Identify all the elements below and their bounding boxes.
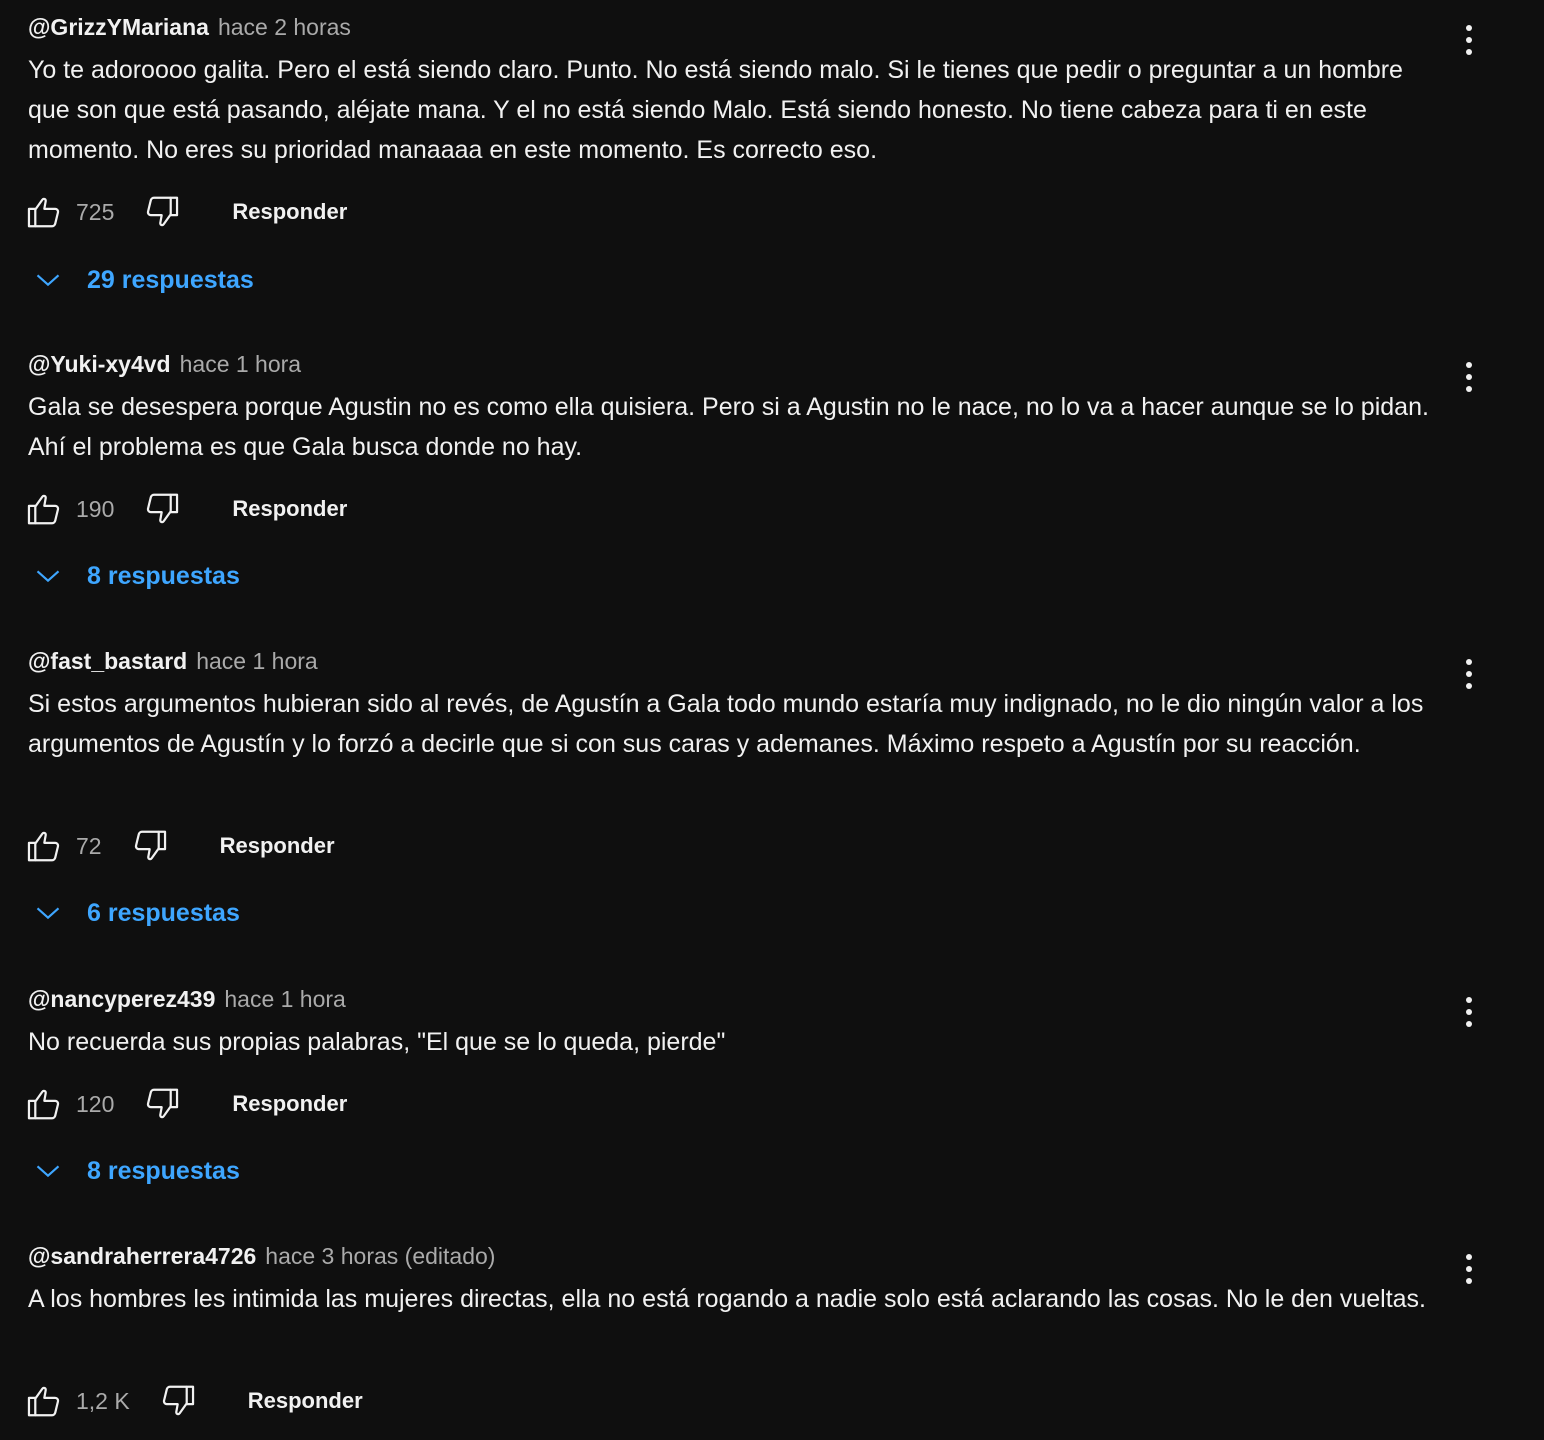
- thumbs-down-icon[interactable]: [142, 489, 182, 529]
- comment-header: @sandraherrera4726 hace 3 horas (editado…: [28, 1241, 495, 1271]
- chevron-down-icon: [36, 907, 60, 920]
- view-replies-button[interactable]: 6 respuestas: [34, 893, 240, 933]
- thumbs-up-icon[interactable]: [24, 489, 64, 529]
- comment-author[interactable]: @sandraherrera4726: [28, 1243, 256, 1270]
- more-vert-icon[interactable]: [1452, 652, 1486, 696]
- comment-timestamp[interactable]: hace 3 horas (editado): [265, 1243, 495, 1270]
- thumbs-down-icon[interactable]: [142, 192, 182, 232]
- more-vert-icon[interactable]: [1452, 1247, 1486, 1291]
- chevron-down-icon: [36, 274, 60, 287]
- view-replies-button[interactable]: 8 respuestas: [34, 1151, 240, 1191]
- comment-actions: 190 Responder: [24, 489, 347, 529]
- thumbs-up-icon[interactable]: [24, 192, 64, 232]
- comment-header: @fast_bastard hace 1 hora: [28, 646, 318, 676]
- like-count: 120: [76, 1090, 115, 1117]
- chevron-down-icon: [36, 570, 60, 583]
- view-replies-button[interactable]: 8 respuestas: [34, 556, 240, 596]
- comment-timestamp[interactable]: hace 1 hora: [180, 351, 301, 378]
- comment-actions: 120 Responder: [24, 1084, 347, 1124]
- reply-button[interactable]: Responder: [220, 833, 335, 859]
- thumbs-up-icon[interactable]: [24, 826, 64, 866]
- comment-actions: 1,2 K Responder: [24, 1381, 363, 1421]
- replies-count-label: 8 respuestas: [87, 561, 240, 590]
- like-count: 72: [76, 832, 102, 859]
- thumbs-down-icon[interactable]: [142, 1084, 182, 1124]
- comment-text: Gala se desespera porque Agustin no es c…: [28, 393, 1429, 461]
- comment-author[interactable]: @nancyperez439: [28, 986, 215, 1013]
- replies-count-label: 8 respuestas: [87, 1156, 240, 1185]
- reply-button[interactable]: Responder: [232, 199, 347, 225]
- comment-author[interactable]: @Yuki-xy4vd: [28, 351, 171, 378]
- reply-button[interactable]: Responder: [248, 1388, 363, 1414]
- like-count: 725: [76, 198, 115, 225]
- like-count: 1,2 K: [76, 1387, 130, 1414]
- comment-text: Si estos argumentos hubieran sido al rev…: [28, 690, 1424, 758]
- more-vert-icon[interactable]: [1452, 990, 1486, 1034]
- replies-count-label: 6 respuestas: [87, 898, 240, 927]
- thumbs-up-icon[interactable]: [24, 1084, 64, 1124]
- comment-author[interactable]: @fast_bastard: [28, 648, 187, 675]
- thumbs-down-icon[interactable]: [130, 826, 170, 866]
- replies-count-label: 29 respuestas: [87, 265, 254, 294]
- comment-actions: 725 Responder: [24, 192, 347, 232]
- comment-header: @nancyperez439 hace 1 hora: [28, 984, 346, 1014]
- reply-button[interactable]: Responder: [232, 496, 347, 522]
- thumbs-up-icon[interactable]: [24, 1381, 64, 1421]
- comment-text: No recuerda sus propias palabras, "El qu…: [28, 1028, 726, 1056]
- comment-timestamp[interactable]: hace 1 hora: [196, 648, 317, 675]
- more-vert-icon[interactable]: [1452, 18, 1486, 62]
- comment-timestamp[interactable]: hace 1 hora: [224, 986, 345, 1013]
- view-replies-button[interactable]: 29 respuestas: [34, 260, 254, 300]
- comment-header: @Yuki-xy4vd hace 1 hora: [28, 349, 301, 379]
- comment-author[interactable]: @GrizzYMariana: [28, 14, 209, 41]
- comment-text: Yo te adoroooo galita. Pero el está sien…: [28, 56, 1403, 164]
- comment-actions: 72 Responder: [24, 826, 335, 866]
- like-count: 190: [76, 495, 115, 522]
- thumbs-down-icon[interactable]: [158, 1381, 198, 1421]
- comment-text: A los hombres les intimida las mujeres d…: [28, 1285, 1426, 1313]
- comment-header: @GrizzYMariana hace 2 horas: [28, 12, 351, 42]
- chevron-down-icon: [36, 1165, 60, 1178]
- reply-button[interactable]: Responder: [232, 1091, 347, 1117]
- more-vert-icon[interactable]: [1452, 355, 1486, 399]
- comment-timestamp[interactable]: hace 2 horas: [218, 14, 351, 41]
